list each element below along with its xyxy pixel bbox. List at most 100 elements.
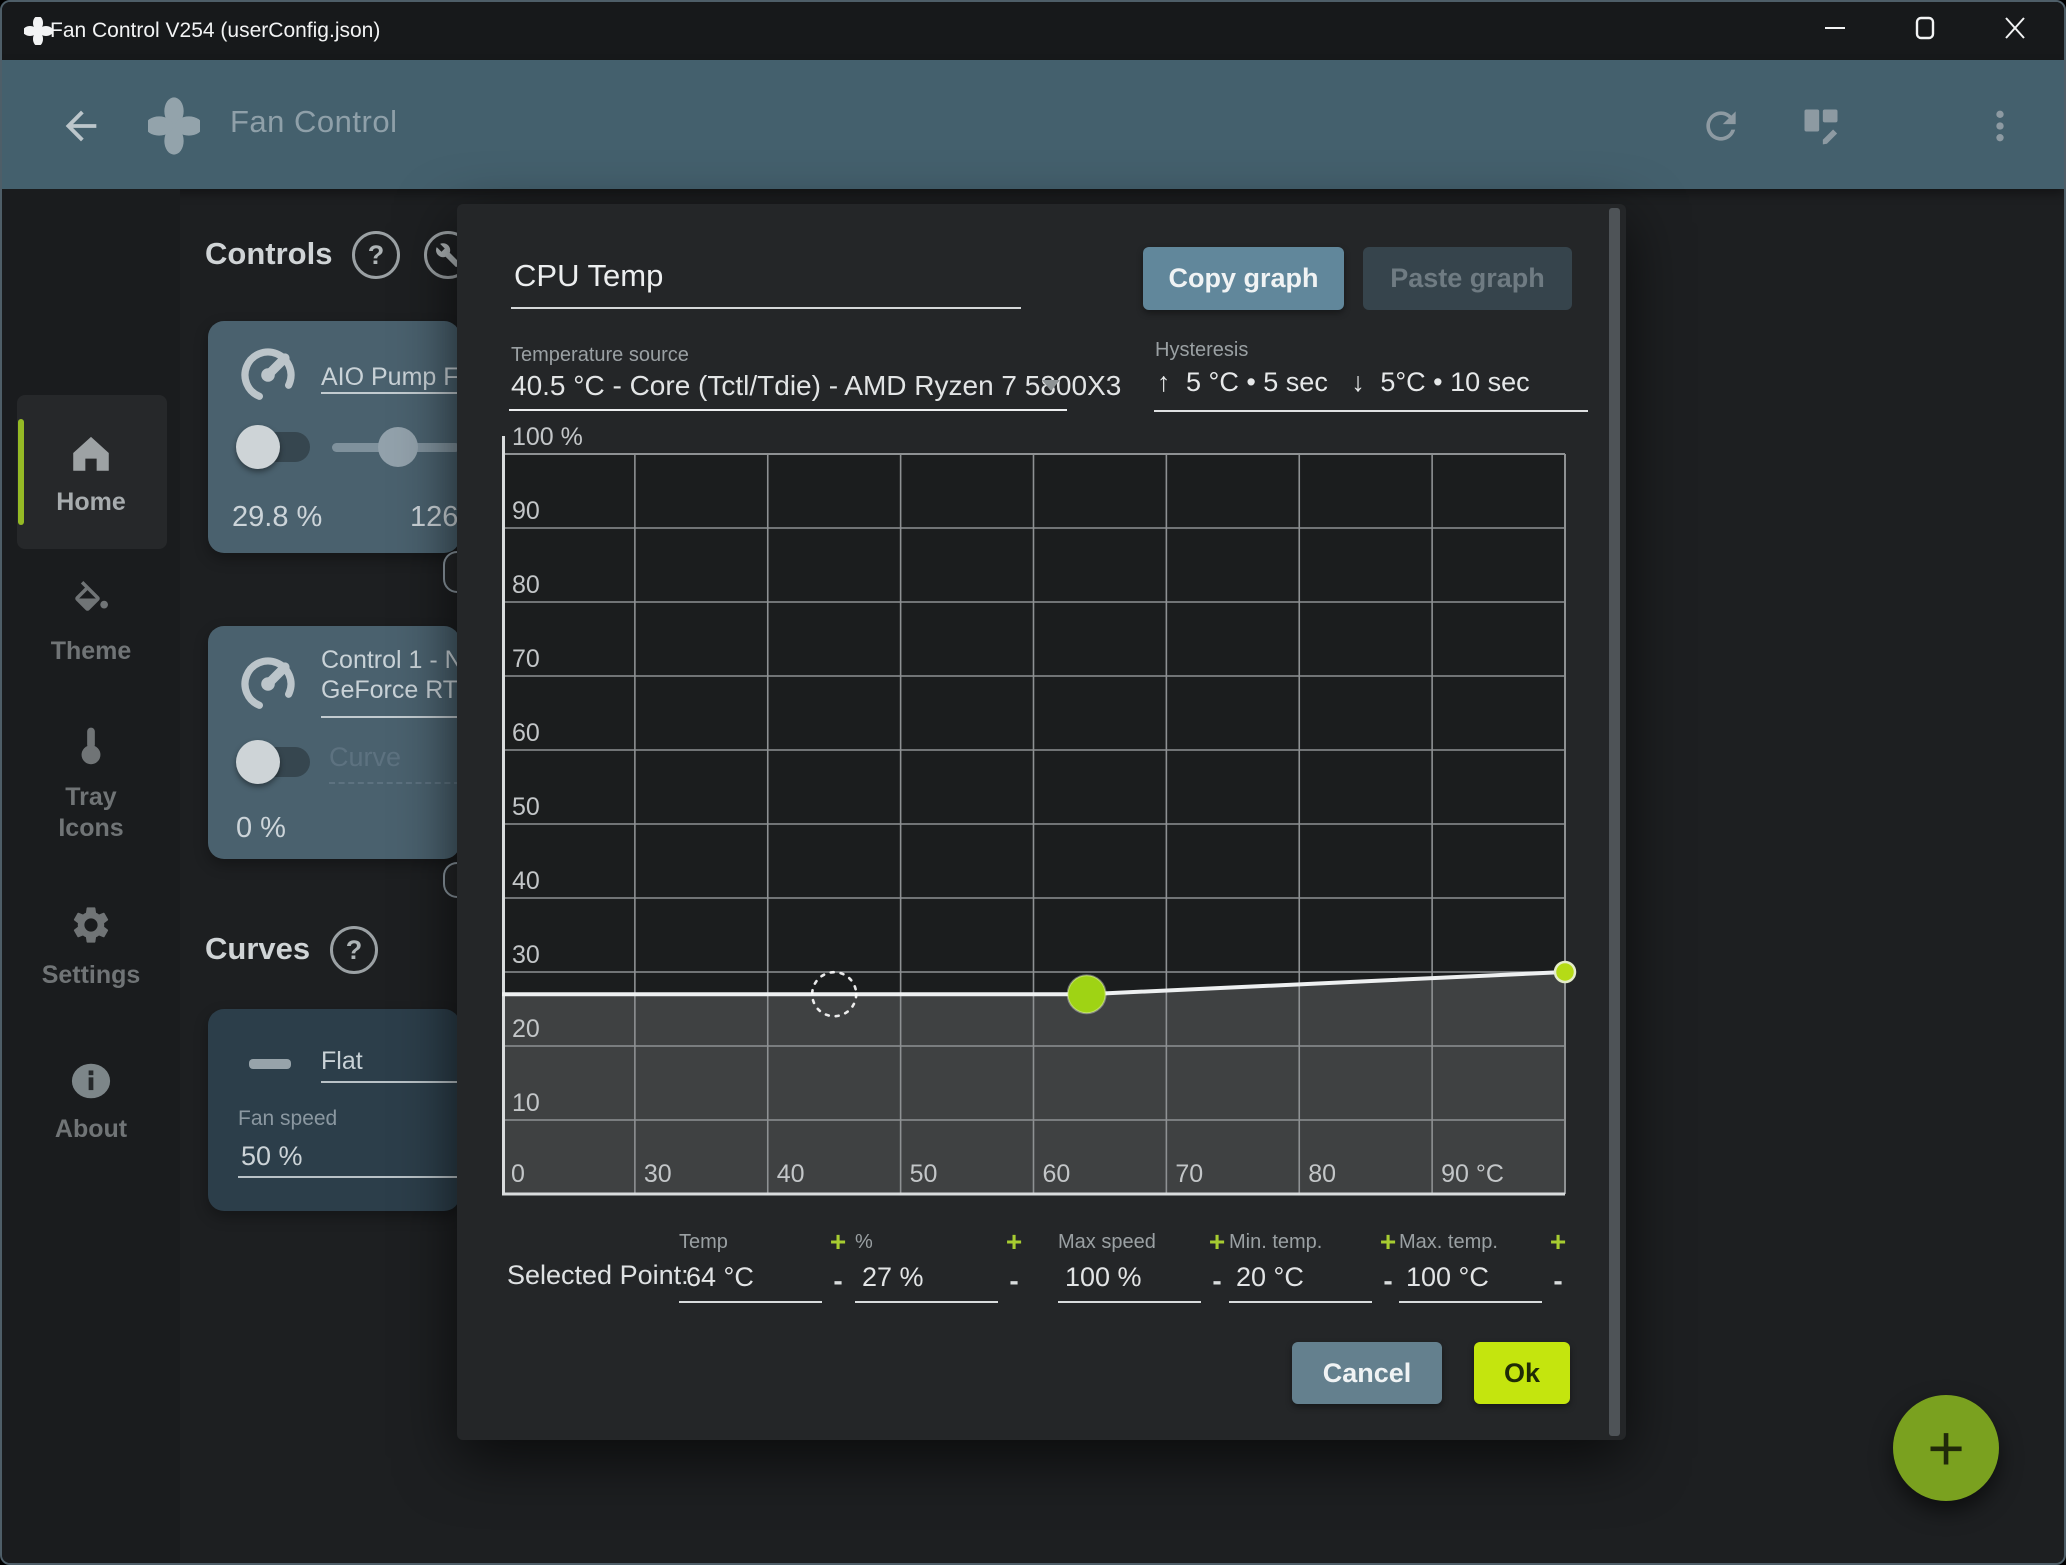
y-tick-label: 90 — [512, 497, 540, 525]
max-temp-input[interactable]: 100 °C — [1399, 1258, 1542, 1303]
more-options-icon[interactable] — [1974, 100, 2026, 152]
help-glyph: ? — [346, 935, 363, 966]
curve-name-input[interactable]: Flat — [321, 1047, 461, 1076]
home-icon — [68, 452, 114, 480]
app-bar: Fan Control — [2, 60, 2064, 189]
y-tick-label: 70 — [512, 645, 540, 673]
sidebar-item-tray-icons[interactable]: Tray Icons — [2, 723, 180, 845]
sidebar: Home Theme Tray Icons Setting — [2, 189, 180, 1565]
control-name-input[interactable]: AIO Pump Fa — [321, 363, 461, 392]
control-name-input[interactable]: Control 1 - N — [321, 646, 461, 675]
input-underline — [238, 1176, 460, 1178]
min-temp-input[interactable]: 20 °C — [1229, 1258, 1372, 1303]
temp-input[interactable]: 64 °C — [679, 1258, 822, 1303]
controls-help-icon[interactable]: ? — [352, 231, 400, 279]
slider-thumb[interactable] — [378, 427, 418, 467]
y-tick-label: 20 — [512, 1015, 540, 1043]
input-underline — [321, 1081, 460, 1083]
percent-input[interactable]: 27 % — [855, 1258, 998, 1303]
sidebar-item-home[interactable]: Home — [2, 432, 180, 518]
thermometer-icon — [70, 747, 112, 775]
decrease-temp-button[interactable]: - — [822, 1265, 854, 1297]
x-tick-label: 90 °C — [1441, 1160, 1504, 1188]
control-enable-toggle[interactable] — [250, 747, 310, 777]
control-name-input-line2: GeForce RTX — [321, 676, 461, 705]
y-tick-label: 50 — [512, 793, 540, 821]
y-tick-label: 10 — [512, 1089, 540, 1117]
hysteresis-field[interactable]: ↑ 5 °C • 5 sec ↓ 5°C • 10 sec — [1157, 367, 1530, 398]
flat-curve-icon — [249, 1059, 291, 1069]
app-window: Fan Control V254 (userConfig.json) Fan C… — [0, 0, 2066, 1565]
refresh-icon[interactable] — [1695, 100, 1747, 152]
back-arrow-icon[interactable] — [55, 100, 107, 152]
x-tick-label: 60 — [1043, 1160, 1071, 1188]
sidebar-item-settings[interactable]: Settings — [2, 903, 180, 991]
y-tick-label: 40 — [512, 867, 540, 895]
curves-header: Curves — [205, 931, 310, 967]
control-card-aio-pump: AIO Pump Fa 29.8 % 126 — [208, 321, 460, 553]
cancel-button[interactable]: Cancel — [1292, 1342, 1442, 1404]
curve-name-input[interactable]: CPU Temp — [514, 258, 663, 294]
toggle-knob[interactable] — [236, 740, 280, 784]
y-tick-label: 30 — [512, 941, 540, 969]
selected-point-temp-field: Temp+ 64 °C- — [679, 1226, 857, 1303]
x-tick-label: 80 — [1308, 1160, 1336, 1188]
fan-speed-value[interactable]: 50 % — [241, 1141, 303, 1172]
min-temp-field: Min. temp.+ 20 °C- — [1229, 1226, 1407, 1303]
selected-point-percent-field: %+ 27 %- — [855, 1226, 1033, 1303]
x-tick-label: 30 — [644, 1160, 672, 1188]
end-point-dot[interactable] — [1555, 962, 1575, 982]
sidebar-item-about[interactable]: About — [2, 1061, 180, 1145]
gauge-icon — [236, 343, 300, 412]
increase-temp-button[interactable]: + — [822, 1226, 854, 1258]
control-card-gpu: Control 1 - N GeForce RTX Curve 0 % — [208, 626, 460, 859]
dialog-scrollbar[interactable] — [1609, 208, 1620, 1436]
curves-help-icon[interactable]: ? — [330, 926, 378, 974]
selected-point-label: Selected Point: — [507, 1260, 689, 1291]
app-fan-icon — [24, 17, 52, 50]
plus-icon: + — [1927, 1411, 1964, 1485]
x-tick-label: 50 — [910, 1160, 938, 1188]
fan-curve-chart[interactable]: 100 %908070605040302010030405060708090 °… — [502, 406, 1582, 1216]
page-title: Fan Control — [230, 104, 397, 140]
curve-card-flat: Flat Fan speed 50 % — [208, 1009, 460, 1211]
control-enable-toggle[interactable] — [250, 432, 310, 462]
x-tick-label: 0 — [511, 1160, 525, 1188]
copy-graph-button[interactable]: Copy graph — [1143, 247, 1344, 310]
arrow-down-icon: ↓ — [1351, 367, 1365, 397]
increase-max-temp-button[interactable]: + — [1542, 1226, 1574, 1258]
help-glyph: ? — [368, 240, 385, 271]
paste-graph-button[interactable]: Paste graph — [1363, 247, 1572, 310]
close-button[interactable] — [1984, 6, 2046, 50]
y-tick-label: 100 % — [512, 423, 583, 451]
decrease-percent-button[interactable]: - — [998, 1265, 1030, 1297]
ok-button[interactable]: Ok — [1474, 1342, 1570, 1404]
hysteresis-up-value: 5 °C • 5 sec — [1186, 367, 1328, 397]
minimize-button[interactable] — [1804, 6, 1866, 50]
edit-layout-icon[interactable] — [1795, 100, 1847, 152]
max-temp-field: Max. temp.+ 100 °C- — [1399, 1226, 1577, 1303]
controls-header: Controls — [205, 236, 332, 272]
temperature-source-select[interactable]: 40.5 °C - Core (Tctl/Tdie) - AMD Ryzen 7… — [511, 370, 1121, 402]
curve-editor-dialog: CPU Temp Copy graph Paste graph Temperat… — [457, 204, 1626, 1440]
max-speed-input[interactable]: 100 % — [1058, 1258, 1201, 1303]
decrease-max-temp-button[interactable]: - — [1542, 1265, 1574, 1297]
add-curve-fab[interactable]: + — [1893, 1395, 1999, 1501]
curve-select-placeholder[interactable]: Curve — [329, 742, 401, 773]
sidebar-item-label: Home — [2, 487, 180, 518]
sidebar-item-label: Settings — [2, 960, 180, 991]
increase-percent-button[interactable]: + — [998, 1226, 1030, 1258]
maximize-button[interactable] — [1894, 6, 1956, 50]
paint-bucket-icon — [70, 601, 112, 629]
sidebar-item-label: Tray Icons — [36, 782, 146, 845]
input-underline — [321, 716, 460, 718]
selected-point-dot[interactable] — [1068, 975, 1106, 1013]
hysteresis-label: Hysteresis — [1155, 339, 1248, 362]
sidebar-item-label: About — [2, 1114, 180, 1145]
y-tick-label: 60 — [512, 719, 540, 747]
toggle-knob[interactable] — [236, 425, 280, 469]
sidebar-item-theme[interactable]: Theme — [2, 581, 180, 667]
field-label: Max speed — [1058, 1231, 1201, 1254]
field-label: Max. temp. — [1399, 1231, 1542, 1254]
chevron-down-icon[interactable] — [1042, 380, 1060, 391]
